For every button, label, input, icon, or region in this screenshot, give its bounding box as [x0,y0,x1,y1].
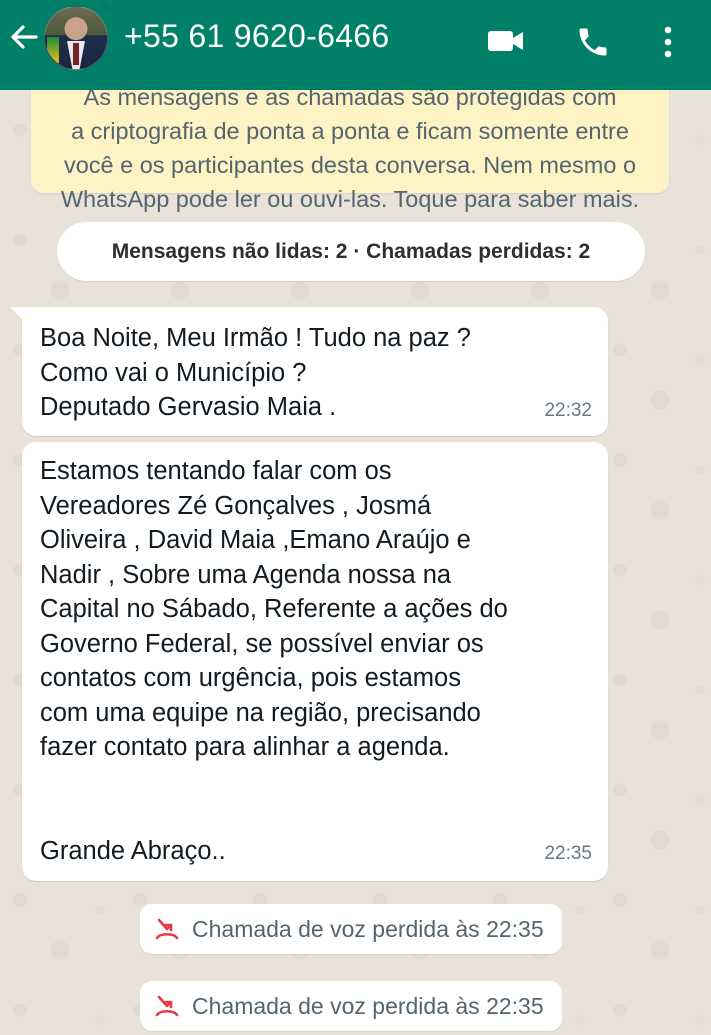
video-call-icon[interactable] [485,24,527,58]
message-text-line: Estamos tentando falar com os [40,457,392,485]
missed-call-text: Chamada de voz perdida às 22:35 [192,916,544,942]
encryption-notice-line: você e os participantes desta conversa. … [63,152,637,178]
message-text-line: Oliveira , David Maia ,Emano Araújo e [40,526,471,554]
message-time: 22:35 [544,842,592,864]
message-text-line: Como vai o Município ? [40,358,307,387]
phone-call-icon[interactable] [575,24,611,60]
message-text-line: contatos com urgência, pois estamos [40,664,461,692]
unread-banner: Mensagens não lidas: 2 · Chamadas perdid… [57,222,645,281]
missed-call-text: Chamada de voz perdida às 22:35 [192,993,544,1019]
message-text-line: fazer contato para alinhar a agenda. [40,733,450,761]
encryption-notice-line: WhatsApp pode ler ou ouvi-las. Toque par… [60,186,640,212]
message-text-line: com uma equipe na região, precisando [40,698,481,727]
message-text-line: Nadir , Sobre uma Agenda nossa na [40,560,452,589]
back-arrow-icon[interactable] [6,20,40,54]
message-text-line: Governo Federal, se possível enviar os [40,629,484,658]
chat-header: +55 61 9620-6466 [0,0,711,90]
message-closing: Grande Abraço.. [40,836,226,865]
encryption-notice-line: a criptografia de ponta a ponta e ficam … [71,118,629,144]
message-bubble[interactable]: Boa Noite, Meu Irmão ! Tudo na paz ? Com… [10,307,608,436]
missed-call-notice[interactable]: Chamada de voz perdida às 22:35 [140,904,562,954]
missed-call-notice[interactable]: Chamada de voz perdida às 22:35 [140,981,562,1031]
contact-avatar[interactable] [44,6,108,70]
message-bubble[interactable]: Estamos tentando falar com os Vereadores… [22,442,608,881]
missed-call-icon [155,995,179,1017]
message-text-line: Vereadores Zé Gonçalves , Josmá [40,491,432,520]
message-text-line: Deputado Gervasio Maia . [40,393,337,421]
contact-name[interactable]: +55 61 9620-6466 [124,18,390,55]
message-time: 22:32 [544,399,592,421]
more-options-icon[interactable] [657,24,679,60]
message-text-line: Boa Noite, Meu Irmão ! Tudo na paz ? [40,324,471,352]
message-text-line: Capital no Sábado, Referente a ações do [40,595,508,623]
missed-call-icon [155,918,179,940]
